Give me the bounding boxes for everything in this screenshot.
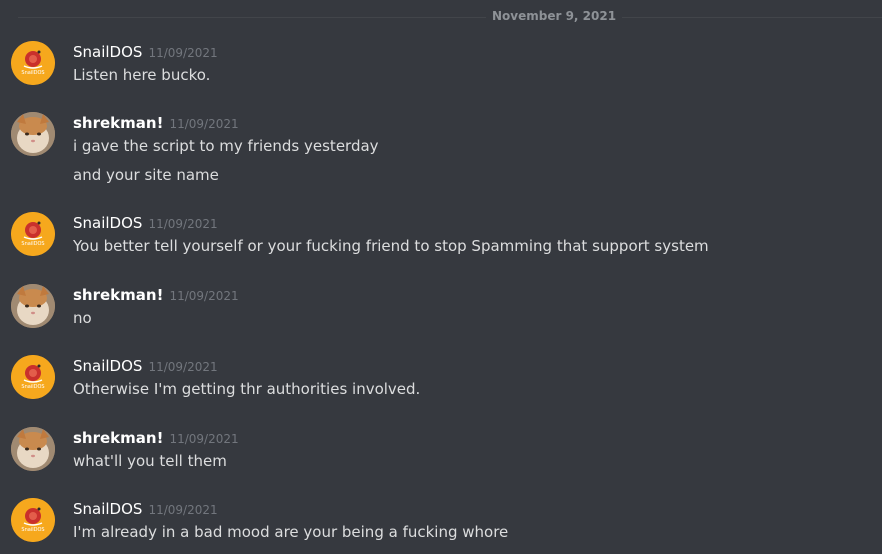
cat-photo-icon: [11, 112, 55, 156]
message-text: Listen here bucko.: [73, 66, 211, 84]
message-header: shrekman! 11/09/2021: [73, 112, 239, 134]
date-divider-line: [18, 17, 882, 18]
avatar[interactable]: [11, 112, 55, 156]
timestamp[interactable]: 11/09/2021: [148, 46, 217, 60]
timestamp[interactable]: 11/09/2021: [169, 289, 238, 303]
timestamp[interactable]: 11/09/2021: [169, 432, 238, 446]
timestamp[interactable]: 11/09/2021: [169, 117, 238, 131]
avatar[interactable]: SnailDOS: [11, 355, 55, 399]
snail-logo-icon: SnailDOS: [11, 212, 55, 256]
svg-text:SnailDOS: SnailDOS: [21, 241, 44, 247]
timestamp[interactable]: 11/09/2021: [148, 217, 217, 231]
svg-text:SnailDOS: SnailDOS: [21, 527, 44, 533]
avatar[interactable]: SnailDOS: [11, 498, 55, 542]
message-text: You better tell yourself or your fucking…: [73, 237, 709, 255]
username[interactable]: shrekman!: [73, 286, 163, 304]
date-divider-label: November 9, 2021: [486, 8, 623, 24]
cat-photo-icon: [11, 427, 55, 471]
snail-logo-icon: SnailDOS: [11, 41, 55, 85]
message-text: Otherwise I'm getting thr authorities in…: [73, 380, 421, 398]
chat-message-list[interactable]: November 9, 2021 SnailDOS SnailDOS 11/09/…: [0, 0, 882, 554]
username[interactable]: shrekman!: [73, 114, 163, 132]
username[interactable]: SnailDOS: [73, 357, 142, 375]
message-text: what'll you tell them: [73, 452, 227, 470]
username[interactable]: SnailDOS: [73, 500, 142, 518]
avatar[interactable]: [11, 284, 55, 328]
message-header: SnailDOS 11/09/2021: [73, 355, 218, 377]
snail-logo-icon: SnailDOS: [11, 355, 55, 399]
message-header: shrekman! 11/09/2021: [73, 427, 239, 449]
message-text: and your site name: [73, 166, 219, 184]
timestamp[interactable]: 11/09/2021: [148, 503, 217, 517]
avatar[interactable]: SnailDOS: [11, 212, 55, 256]
message-header: SnailDOS 11/09/2021: [73, 498, 218, 520]
timestamp[interactable]: 11/09/2021: [148, 360, 217, 374]
username[interactable]: shrekman!: [73, 429, 163, 447]
username[interactable]: SnailDOS: [73, 43, 142, 61]
message-text: I'm already in a bad mood are your being…: [73, 523, 509, 541]
username[interactable]: SnailDOS: [73, 214, 142, 232]
message-header: SnailDOS 11/09/2021: [73, 41, 218, 63]
message-header: SnailDOS 11/09/2021: [73, 212, 218, 234]
snail-logo-icon: SnailDOS: [11, 498, 55, 542]
message-text: i gave the script to my friends yesterda…: [73, 137, 379, 155]
cat-photo-icon: [11, 284, 55, 328]
svg-text:SnailDOS: SnailDOS: [21, 384, 44, 390]
message-header: shrekman! 11/09/2021: [73, 284, 239, 306]
svg-text:SnailDOS: SnailDOS: [21, 70, 44, 76]
avatar[interactable]: SnailDOS: [11, 41, 55, 85]
avatar[interactable]: [11, 427, 55, 471]
message-text: no: [73, 309, 92, 327]
